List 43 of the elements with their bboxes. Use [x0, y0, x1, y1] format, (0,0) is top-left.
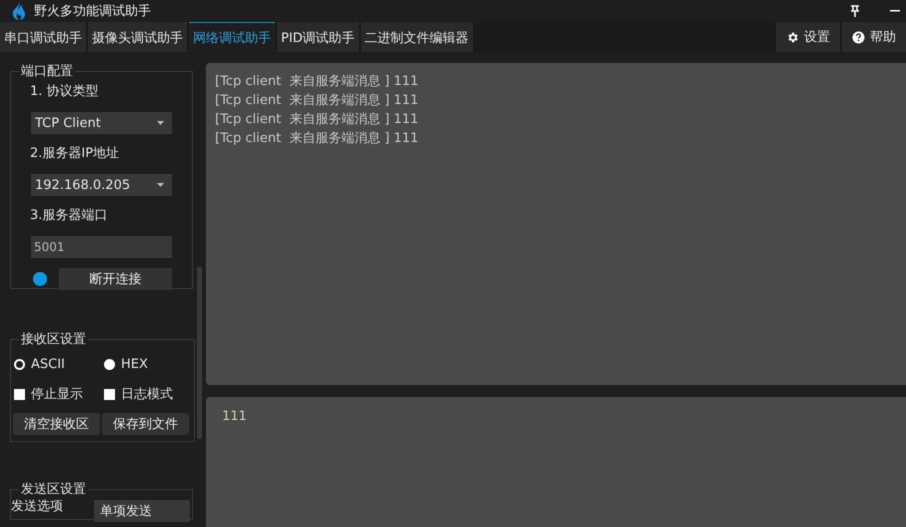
field-label: 3.服务器端口	[29, 207, 108, 225]
settings-button[interactable]: 设置	[776, 22, 840, 52]
checkbox-label: 日志模式	[121, 386, 173, 403]
checkbox[interactable]	[104, 388, 115, 400]
caret-icon	[157, 121, 164, 125]
help-icon	[852, 30, 865, 44]
tab[interactable]: 网络调试助手	[189, 22, 275, 52]
send-option-dropdown[interactable]: 单项发送	[94, 500, 190, 522]
radio-button[interactable]	[14, 358, 25, 370]
send-input[interactable]: 111	[206, 397, 906, 527]
group-title: 接收区设置	[20, 331, 87, 348]
action-button[interactable]: 保存到文件	[102, 413, 189, 435]
radio-button[interactable]	[104, 358, 115, 370]
checkbox[interactable]	[14, 388, 25, 400]
action-button[interactable]: 清空接收区	[13, 413, 100, 435]
message-line: [Tcp client 来自服务端消息 ] 111	[215, 111, 420, 129]
pin-icon[interactable]	[850, 5, 860, 17]
group-title: 发送区设置	[20, 481, 87, 498]
group-title: 端口配置	[20, 63, 74, 80]
message-line: [Tcp client 来自服务端消息 ] 111	[215, 130, 420, 148]
flame-logo-icon	[10, 2, 26, 20]
caret-icon	[157, 183, 164, 187]
tab[interactable]: 二进制文件编辑器	[360, 22, 473, 52]
tab[interactable]: PID调试助手	[277, 22, 359, 52]
scrollbar-thumb[interactable]	[197, 267, 202, 439]
window-title: 野火多功能调试助手	[34, 3, 152, 20]
field-label: 发送选项	[11, 500, 64, 513]
radio-label: ASCII	[31, 356, 65, 372]
settings-icon	[786, 30, 799, 44]
disconnect-button[interactable]: 断开连接	[59, 268, 172, 290]
protocol-dropdown[interactable]: TCP Client	[31, 112, 172, 134]
message-line: [Tcp client 来自服务端消息 ] 111	[215, 73, 420, 91]
field-label: 1. 协议类型	[29, 83, 100, 101]
radio-label: HEX	[121, 356, 148, 372]
ip-dropdown[interactable]: 192.168.0.205	[31, 174, 172, 196]
field-label: 2.服务器IP地址	[29, 145, 120, 163]
minimize-icon[interactable]	[890, 10, 900, 12]
help-button[interactable]: 帮助	[842, 22, 906, 52]
message-line: [Tcp client 来自服务端消息 ] 111	[215, 92, 420, 110]
port-field[interactable]: 5001	[31, 236, 172, 258]
tab[interactable]: 摄像头调试助手	[88, 22, 187, 52]
checkbox-label: 停止显示	[31, 386, 83, 403]
tab[interactable]: 串口调试助手	[0, 22, 86, 52]
